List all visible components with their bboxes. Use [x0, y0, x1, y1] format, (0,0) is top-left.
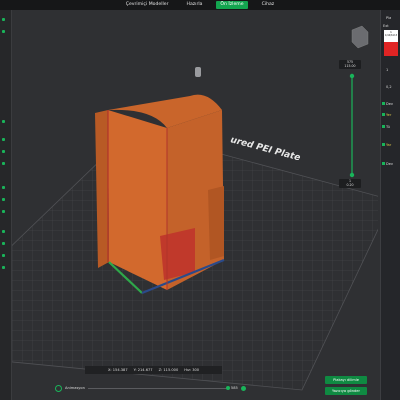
slice-plate-button[interactable]: Plakayı dilimle: [325, 376, 367, 384]
panel-heading: Pla: [386, 16, 392, 20]
tab-preview[interactable]: Ön İzleme: [216, 1, 248, 9]
animation-slider[interactable]: [87, 385, 230, 390]
filament-color[interactable]: [384, 42, 398, 56]
coordinate-readout: X: 154.387 Y: 214.677 Z: 115.000 Hız: 30…: [85, 366, 222, 374]
layer-slider-top-handle[interactable]: [349, 73, 355, 79]
left-status-icon: [2, 198, 5, 201]
section-icon: [382, 143, 385, 146]
animation-label: Animasyon: [65, 386, 85, 390]
scene-canvas: ured PEI Plate: [12, 10, 378, 400]
tab-device[interactable]: Cihaz: [258, 1, 279, 9]
layer-height-value: 0,2: [386, 85, 392, 89]
animation-slider-handle[interactable]: [225, 385, 230, 390]
panel-field-label: Ext: [383, 24, 389, 28]
left-status-icon: [2, 186, 5, 189]
panel-section-label: Dev: [386, 102, 393, 106]
left-status-icon: [2, 254, 5, 257]
top-tab-bar: Çevrimiçi Modeller Hazırla Ön İzleme Cih…: [0, 0, 400, 10]
left-status-icon: [2, 120, 5, 123]
right-settings-panel: Pla Ext 1 1/44/6113 1 0,2 Dev Yer Tü Yar…: [380, 10, 400, 400]
left-status-icon: [2, 138, 5, 141]
section-icon: [382, 125, 385, 128]
left-sidebar: [0, 10, 12, 400]
left-status-icon: [2, 210, 5, 213]
panel-section-label: Yar: [386, 143, 392, 147]
section-icon: [382, 102, 385, 105]
left-status-icon: [2, 162, 5, 165]
animation-value: 585: [230, 386, 238, 390]
left-status-icon: [2, 242, 5, 245]
coord-y: Y: 214.677: [133, 368, 153, 372]
coord-z: Z: 115.000: [158, 368, 179, 372]
filament-slot-info: 1/44/6113: [384, 34, 398, 37]
panel-section-label: Tü: [386, 125, 390, 129]
send-to-printer-button[interactable]: Yazıcıya gönder: [325, 387, 367, 395]
panel-section-label: Yer: [386, 113, 392, 117]
coord-speed: Hız: 300: [184, 368, 200, 372]
left-status-icon: [2, 18, 5, 21]
panel-section-label: 1: [386, 68, 389, 72]
section-icon: [382, 113, 385, 116]
panel-section-label: Dev: [386, 162, 393, 166]
tab-online-models[interactable]: Çevrimiçi Modeller: [122, 1, 173, 9]
section-icon: [382, 162, 385, 165]
model-inner-wall: [208, 186, 224, 260]
model-front-face: [108, 110, 167, 290]
animation-end-icon[interactable]: [240, 385, 246, 391]
left-status-icon: [2, 266, 5, 269]
layer-top-height: 115.00: [344, 64, 356, 68]
animation-bar: Animasyon 585: [55, 383, 260, 393]
layer-slider-bottom-handle[interactable]: [349, 172, 355, 178]
model-red-region: [160, 228, 195, 280]
play-icon[interactable]: [55, 384, 62, 392]
3d-viewport[interactable]: ured PEI Plate 575 115.00 1 0.20: [12, 10, 378, 400]
layer-bottom-height: 0.20: [346, 183, 354, 187]
filament-slot[interactable]: 1 1/44/6113: [384, 30, 398, 42]
left-status-icon: [2, 30, 5, 33]
layer-bottom-readout: 1 0.20: [339, 179, 361, 188]
layer-top-readout: 575 115.00: [339, 60, 361, 69]
toolhead-icon: [195, 67, 201, 77]
tab-prepare[interactable]: Hazırla: [182, 1, 206, 9]
left-status-icon: [2, 150, 5, 153]
left-status-icon: [2, 230, 5, 233]
coord-x: X: 154.387: [107, 368, 128, 372]
